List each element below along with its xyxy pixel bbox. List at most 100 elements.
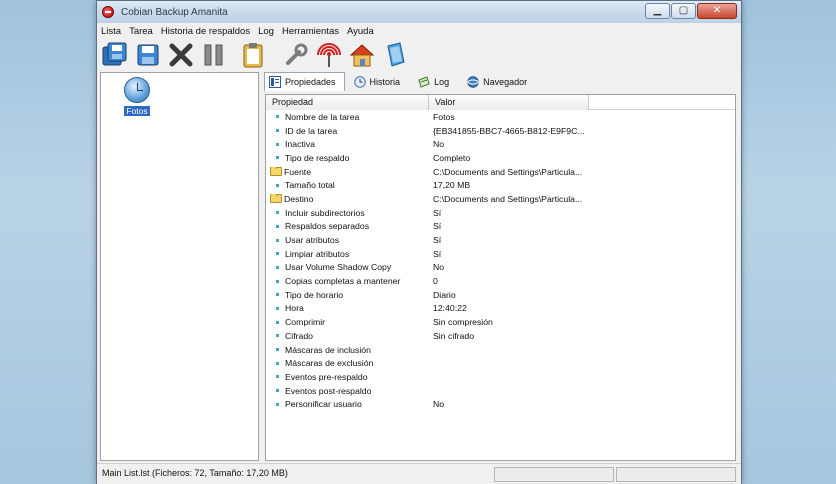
history-clock-icon bbox=[353, 75, 366, 88]
clipboard-button[interactable] bbox=[239, 41, 267, 69]
menu-lista[interactable]: Lista bbox=[101, 26, 121, 37]
bullet-icon bbox=[276, 156, 279, 160]
column-header-propiedad[interactable]: Propiedad bbox=[266, 95, 429, 110]
table-row[interactable]: Limpiar atributos Sí bbox=[266, 247, 735, 261]
property-value: {EB341855-BBC7-4665-B812-E9F9C... bbox=[433, 125, 585, 136]
status-panel bbox=[616, 467, 736, 482]
table-row[interactable]: Tipo de horario Diario bbox=[266, 288, 735, 302]
table-row[interactable]: Tamaño total 17,20 MB bbox=[266, 178, 735, 192]
table-row[interactable]: Usar atributos Sí bbox=[266, 233, 735, 247]
grid-header: Propiedad Valor bbox=[266, 95, 735, 110]
save-button[interactable] bbox=[134, 41, 162, 69]
menu-bar: Lista Tarea Historia de respaldos Log He… bbox=[97, 23, 741, 39]
property-cell: Eventos post-respaldo bbox=[266, 386, 429, 396]
table-row[interactable]: Destino C:\Documents and Settings\Particu… bbox=[266, 192, 735, 206]
property-cell: Hora bbox=[266, 303, 429, 313]
tab-log[interactable]: Log bbox=[413, 72, 458, 91]
tab-propiedades[interactable]: Propiedades bbox=[264, 72, 345, 91]
table-row[interactable]: Inactiva No bbox=[266, 137, 735, 151]
help-book-icon bbox=[387, 42, 405, 67]
property-label: Máscaras de exclusión bbox=[285, 358, 374, 369]
window-title: Cobian Backup Amanita bbox=[121, 6, 228, 18]
property-cell: Limpiar atributos bbox=[266, 249, 429, 259]
maximize-button[interactable]: ▢ bbox=[671, 3, 696, 19]
table-row[interactable]: Respaldos separados Sí bbox=[266, 220, 735, 234]
tab-label: Historia bbox=[369, 76, 401, 87]
property-value: 12:40:22 bbox=[433, 303, 467, 314]
tools-button[interactable] bbox=[282, 41, 310, 69]
delete-button[interactable] bbox=[167, 41, 195, 69]
property-value: Sí bbox=[433, 248, 442, 259]
table-row[interactable]: Personificar usuario No bbox=[266, 397, 735, 411]
bullet-icon bbox=[276, 348, 279, 352]
menu-log[interactable]: Log bbox=[258, 26, 274, 37]
property-label: Personificar usuario bbox=[285, 399, 362, 410]
table-row[interactable]: Máscaras de inclusión bbox=[266, 343, 735, 357]
property-cell: Máscaras de exclusión bbox=[266, 358, 429, 368]
property-value: 0 bbox=[433, 276, 438, 287]
property-value: No bbox=[433, 399, 445, 410]
table-row[interactable]: Máscaras de exclusión bbox=[266, 356, 735, 370]
table-row[interactable]: Comprimir Sin compresión bbox=[266, 315, 735, 329]
table-row[interactable]: Eventos post-respaldo bbox=[266, 384, 735, 398]
table-row[interactable]: Cifrado Sin cifrado bbox=[266, 329, 735, 343]
property-label: ID de la tarea bbox=[285, 125, 338, 136]
save-all-icon bbox=[102, 42, 127, 66]
table-row[interactable]: Nombre de la tarea Fotos bbox=[266, 110, 735, 124]
pause-icon bbox=[204, 44, 223, 66]
bullet-icon bbox=[276, 238, 279, 242]
window-controls: ▁ ▢ ✕ bbox=[645, 3, 737, 19]
property-label: Limpiar atributos bbox=[285, 248, 350, 259]
bullet-icon bbox=[276, 293, 279, 297]
task-list[interactable]: Fotos bbox=[100, 72, 259, 461]
home-button[interactable] bbox=[348, 41, 376, 69]
column-header-valor[interactable]: Valor bbox=[429, 95, 589, 110]
menu-herramientas[interactable]: Herramientas bbox=[282, 26, 339, 37]
tab-historia[interactable]: Historia bbox=[349, 72, 410, 91]
table-row[interactable]: Tipo de respaldo Completo bbox=[266, 151, 735, 165]
menu-tarea[interactable]: Tarea bbox=[129, 26, 153, 37]
table-row[interactable]: ID de la tarea {EB341855-BBC7-4665-B812-E… bbox=[266, 124, 735, 138]
app-icon bbox=[102, 6, 114, 18]
property-cell: Usar atributos bbox=[266, 235, 429, 245]
property-label: Incluir subdirectorios bbox=[285, 207, 365, 218]
menu-ayuda[interactable]: Ayuda bbox=[347, 26, 374, 37]
main-window: Cobian Backup Amanita ▁ ▢ ✕ Lista Tarea … bbox=[96, 0, 742, 484]
property-cell: Máscaras de inclusión bbox=[266, 345, 429, 355]
help-book-button[interactable] bbox=[381, 41, 409, 69]
table-row[interactable]: Copias completas a mantener 0 bbox=[266, 274, 735, 288]
property-label: Cifrado bbox=[285, 330, 314, 341]
table-row[interactable]: Incluir subdirectorios Sí bbox=[266, 206, 735, 220]
tab-navegador[interactable]: Navegador bbox=[462, 72, 536, 91]
pause-button[interactable] bbox=[200, 41, 228, 69]
minimize-button[interactable]: ▁ bbox=[645, 3, 670, 19]
title-bar[interactable]: Cobian Backup Amanita ▁ ▢ ✕ bbox=[97, 1, 741, 23]
table-row[interactable]: Usar Volume Shadow Copy No bbox=[266, 261, 735, 275]
table-row[interactable]: Eventos pre-respaldo bbox=[266, 370, 735, 384]
close-button[interactable]: ✕ bbox=[697, 3, 737, 19]
folder-icon bbox=[270, 193, 282, 204]
antenna-button[interactable] bbox=[315, 41, 343, 69]
table-row[interactable]: Fuente C:\Documents and Settings\Particul… bbox=[266, 165, 735, 179]
property-cell: Destino bbox=[266, 193, 429, 204]
table-row[interactable]: Hora 12:40:22 bbox=[266, 302, 735, 316]
property-label: Usar atributos bbox=[285, 235, 340, 246]
property-value: Completo bbox=[433, 152, 471, 163]
property-label: Hora bbox=[285, 303, 304, 314]
properties-grid[interactable]: Propiedad Valor Nombre de la tarea Fotos I… bbox=[265, 94, 736, 461]
log-icon bbox=[418, 75, 430, 88]
property-cell: Inactiva bbox=[266, 139, 429, 149]
clipboard-icon bbox=[243, 43, 263, 68]
menu-historia-de-respaldos[interactable]: Historia de respaldos bbox=[161, 26, 250, 37]
property-label: Tipo de horario bbox=[285, 289, 344, 300]
property-cell: ID de la tarea bbox=[266, 126, 429, 136]
tab-label: Log bbox=[434, 76, 450, 87]
property-label: Eventos pre-respaldo bbox=[285, 371, 368, 382]
property-cell: Cifrado bbox=[266, 331, 429, 341]
tab-strip: Propiedades Historia Log Navegador bbox=[264, 72, 540, 92]
bullet-icon bbox=[276, 320, 279, 324]
status-bar: Main List.lst (Ficheros: 72, Tamaño: 17,… bbox=[97, 463, 741, 484]
task-item[interactable]: Fotos bbox=[121, 77, 153, 116]
property-label: Fuente bbox=[284, 166, 312, 177]
save-all-button[interactable] bbox=[101, 41, 129, 69]
